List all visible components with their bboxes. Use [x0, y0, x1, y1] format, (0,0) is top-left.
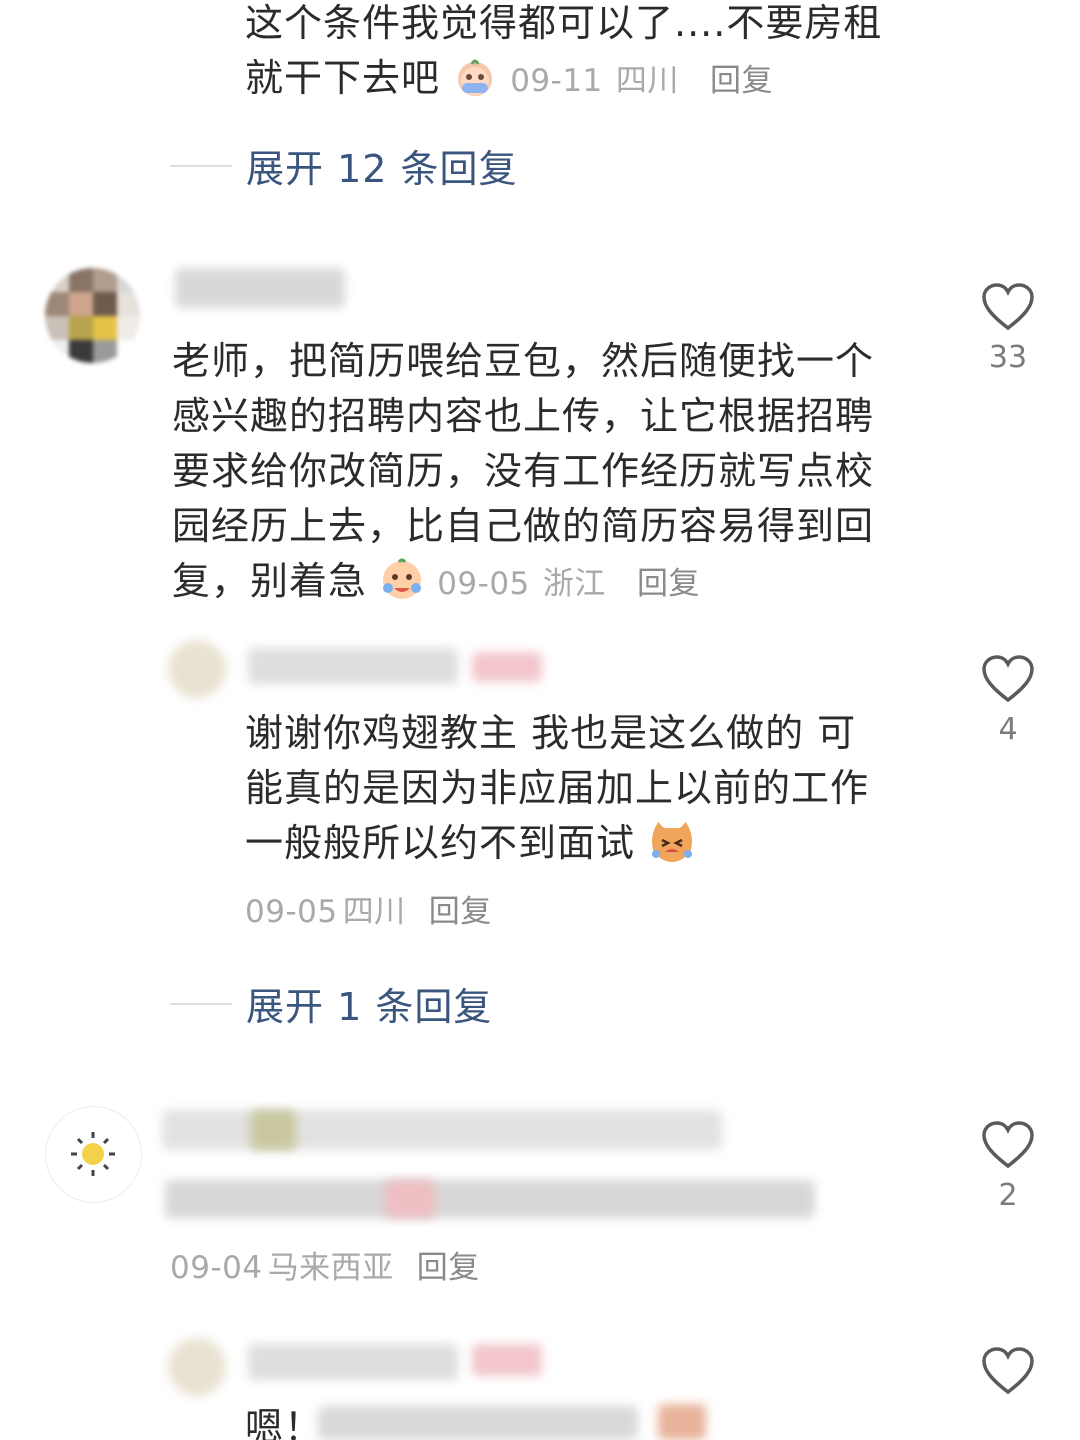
reply-text-top: 这个条件我觉得都可以了....不要房租 就干下去吧 09-11 四川 回复 — [245, 0, 945, 109]
reply-text-partial: 嗯！ — [245, 1405, 324, 1440]
reply-line: 这个条件我觉得都可以了....不要房租 — [245, 1, 883, 45]
heart-icon[interactable] — [981, 654, 1035, 704]
avatar[interactable] — [45, 1106, 142, 1203]
comment-date: 09-04 — [170, 1250, 263, 1286]
comment-meta: 09-04 马来西亚 回复 — [170, 1242, 480, 1287]
comment-text-blurred — [165, 1180, 815, 1218]
like-count: 4 — [998, 712, 1018, 747]
crying-face-icon — [380, 558, 424, 602]
avatar[interactable] — [168, 1338, 226, 1396]
comment-emoji-blurred — [385, 1180, 435, 1218]
author-badge-blurred — [472, 652, 542, 682]
crying-face-icon — [453, 55, 497, 99]
username-blurred-accent — [250, 1110, 296, 1150]
reply-line-with-meta: 就干下去吧 09-11 四川 回复 — [245, 55, 773, 100]
like-button[interactable]: 4 — [973, 654, 1043, 747]
like-button[interactable] — [973, 1346, 1043, 1396]
expand-replies-button[interactable]: 展开 12 条回复 — [170, 138, 518, 193]
reply-button[interactable]: 回复 — [429, 894, 492, 930]
heart-icon[interactable] — [981, 1120, 1035, 1170]
author-badge-blurred — [472, 1344, 542, 1376]
avatar[interactable] — [45, 268, 140, 363]
like-button[interactable]: 2 — [973, 1120, 1043, 1213]
username-blurred[interactable] — [248, 1344, 458, 1380]
avatar[interactable] — [168, 640, 226, 698]
heart-icon[interactable] — [981, 282, 1035, 332]
comment-date: 09-05 — [245, 894, 338, 930]
like-button[interactable]: 33 — [973, 282, 1043, 375]
expand-replies-button[interactable]: 展开 1 条回复 — [170, 976, 492, 1031]
comment-last-line: 复，别着急 09-05 浙江 回复 — [172, 558, 700, 603]
reply-button[interactable]: 回复 — [417, 1250, 480, 1286]
reply-text-blurred — [318, 1406, 638, 1440]
divider — [170, 1002, 232, 1005]
divider — [170, 164, 232, 167]
like-count: 2 — [998, 1178, 1018, 1213]
reply-button[interactable]: 回复 — [637, 566, 700, 602]
heart-icon[interactable] — [981, 1346, 1035, 1396]
comment-location: 马来西亚 — [267, 1250, 394, 1286]
comment-location: 四川 — [342, 894, 406, 930]
reply-meta: 09-05 四川 回复 — [245, 886, 492, 931]
reply-emoji-blurred — [658, 1404, 706, 1440]
username-blurred[interactable] — [175, 268, 345, 308]
username-blurred[interactable] — [162, 1110, 722, 1150]
crying-cat-icon — [648, 820, 693, 864]
comment-text: 老师，把简历喂给豆包，然后随便找一个 感兴趣的招聘内容也上传，让它根据招聘 要求… — [172, 334, 932, 612]
reply-last-line: 一般般所以约不到面试 — [245, 816, 945, 871]
username-blurred[interactable] — [248, 648, 458, 684]
like-count: 33 — [988, 340, 1028, 375]
comment-location: 浙江 — [542, 566, 606, 602]
comment-date: 09-05 — [437, 566, 530, 602]
comment-date: 09-11 — [510, 63, 603, 99]
comment-location: 四川 — [615, 63, 679, 99]
reply-button[interactable]: 回复 — [710, 63, 773, 99]
reply-text: 谢谢你鸡翅教主 我也是这么做的 可 能真的是因为非应届加上以前的工作 一般般所以… — [245, 706, 945, 871]
sun-icon — [71, 1132, 115, 1176]
